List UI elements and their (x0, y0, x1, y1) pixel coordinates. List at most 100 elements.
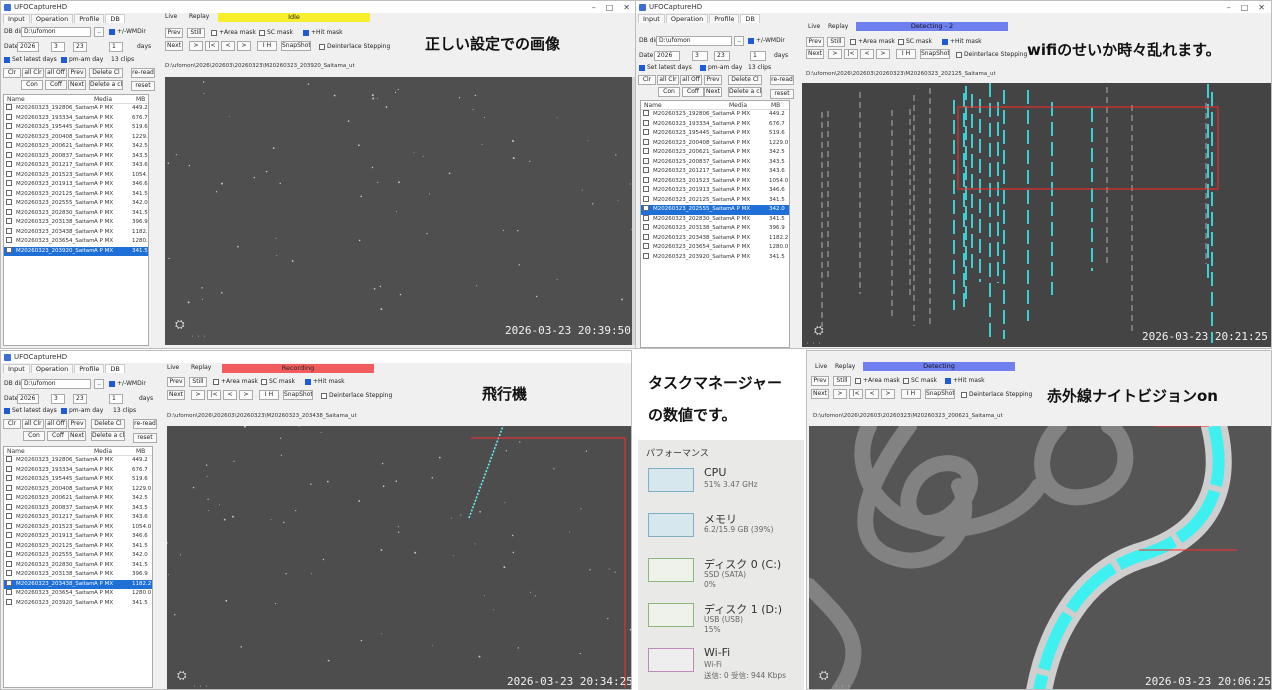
lh-button[interactable]: I H (259, 390, 279, 400)
days-field[interactable]: 1 (109, 42, 123, 52)
header-mb[interactable]: MB (136, 447, 145, 456)
check-icon[interactable] (961, 391, 967, 398)
db-dir-field[interactable]: D:\ufomon (21, 379, 91, 389)
prev-clip-button[interactable]: Prev (68, 68, 86, 78)
date-day[interactable]: 23 (714, 51, 730, 61)
header-media[interactable]: Media (94, 95, 112, 104)
date-year[interactable]: 2026 (17, 394, 39, 404)
hit-mask-checkbox[interactable]: +Hit mask (303, 29, 343, 37)
header-media[interactable]: Media (729, 101, 747, 110)
table-row[interactable]: M20260323_192806_Saitam A P MX 449.2 (641, 110, 789, 120)
clip-list[interactable]: Name Media MB M20260323_192806_Saitam A P… (640, 100, 790, 348)
sc-mask-checkbox[interactable]: SC mask (898, 38, 932, 46)
days-field[interactable]: 1 (109, 394, 123, 404)
table-row[interactable]: M20260323_200408_SaitamA P MX 1229.0 (4, 132, 148, 143)
tab-input[interactable]: Input (3, 364, 30, 373)
table-row[interactable]: M20260323_202555_Saitam A P MX 342.0 (4, 199, 148, 209)
snapshot-button[interactable]: SnapShot (920, 49, 950, 59)
all-clr-button[interactable]: all Clr (657, 75, 679, 85)
reread-button[interactable]: re-read (770, 75, 794, 85)
table-row[interactable]: M20260323_193334_Saitam A P MX 676.7 (4, 113, 148, 124)
check-icon[interactable] (700, 64, 706, 71)
sc-mask-checkbox[interactable]: SC mask (903, 377, 937, 385)
reread-button[interactable]: re-read (131, 68, 155, 78)
table-row[interactable]: M20260323_203920_Saitam A P MX 341.5 (4, 246, 148, 256)
con-button[interactable]: Con (658, 87, 680, 97)
check-icon[interactable] (305, 378, 311, 385)
delete-clip-button[interactable]: Delete a clip (728, 87, 762, 97)
table-row[interactable]: M20260323_203438_SaitamA P MX 1182.2 (641, 233, 789, 244)
delete-cl-button[interactable]: Delete Cl (89, 68, 123, 78)
prev-button[interactable]: Prev (806, 37, 824, 47)
perf-item[interactable]: CPU 51% 3.47 GHz (644, 464, 804, 508)
check-icon[interactable] (319, 43, 325, 50)
tab-replay[interactable]: Replay (189, 13, 209, 21)
check-icon[interactable] (850, 38, 856, 45)
con-button[interactable]: Con (23, 431, 45, 441)
check-icon[interactable] (261, 378, 267, 385)
check-icon[interactable] (945, 377, 951, 384)
clip-list[interactable]: Name Media MB M20260323_192806_Saitam A P… (3, 446, 153, 688)
next-button[interactable]: Next (806, 49, 824, 59)
next-clip-button[interactable]: Next (68, 431, 86, 441)
snapshot-button[interactable]: SnapShot (925, 389, 955, 399)
close-icon[interactable]: ✕ (1258, 3, 1265, 12)
table-row[interactable]: M20260323_203138_Saitam A P MX 396.9 (4, 570, 152, 580)
days-field[interactable]: 1 (750, 51, 766, 61)
rmdir-checkbox[interactable]: +/-WMDir (109, 380, 146, 388)
tab-operation[interactable]: Operation (30, 364, 74, 373)
set-latest-checkbox[interactable]: Set latest days (4, 407, 57, 415)
nav-fwd-button[interactable]: > (191, 390, 205, 400)
table-row[interactable]: M20260323_201523_SaitamA P MX 1054.0 (641, 176, 789, 187)
check-icon[interactable] (942, 38, 948, 45)
snapshot-button[interactable]: SnapShot (283, 390, 313, 400)
table-row[interactable]: M20260323_202555_Saitam A P MX 342.0 (641, 205, 789, 215)
table-row[interactable]: M20260323_203654_SaitamA P MX 1280.0 (4, 589, 152, 599)
area-mask-checkbox[interactable]: +Area mask (213, 378, 258, 386)
nav-next-button[interactable]: > (239, 390, 253, 400)
nav-next-button[interactable]: > (237, 41, 251, 51)
prev-button[interactable]: Prev (811, 376, 829, 386)
tab-operation[interactable]: Operation (665, 14, 709, 23)
tab-operation[interactable]: Operation (30, 14, 74, 23)
check-icon[interactable] (61, 407, 67, 414)
prev-clip-button[interactable]: Prev (68, 419, 86, 429)
table-row[interactable]: M20260323_200408_SaitamA P MX 1229.0 (641, 138, 789, 149)
table-row[interactable]: M20260323_200837_Saitam A P MX 343.5 (641, 157, 789, 168)
coff-button[interactable]: Coff (45, 80, 67, 90)
db-dir-field[interactable]: D:\ufomon (21, 27, 91, 37)
next-button[interactable]: Next (165, 41, 183, 51)
check-icon[interactable] (639, 64, 645, 71)
tab-input[interactable]: Input (3, 14, 30, 23)
browse-button[interactable]: .. (734, 36, 744, 46)
tab-profile[interactable]: Profile (74, 364, 105, 373)
nav-next-button[interactable]: > (876, 49, 890, 59)
table-row[interactable]: M20260323_203438_SaitamA P MX 1182.2 (4, 579, 152, 589)
nav-first-button[interactable]: |< (205, 41, 219, 51)
rmdir-check-icon[interactable] (109, 28, 115, 35)
tab-db[interactable]: DB (105, 364, 125, 373)
perf-item[interactable]: メモリ 6.2/15.9 GB (39%) (644, 509, 804, 553)
next-button[interactable]: Next (167, 390, 185, 400)
deinterlace-checkbox[interactable]: Deinterlace Stepping (321, 392, 392, 400)
table-row[interactable]: M20260323_201913_Saitam A P MX 346.6 (4, 180, 148, 190)
table-row[interactable]: M20260323_201913_Saitam A P MX 346.6 (4, 532, 152, 542)
nav-next-button[interactable]: > (881, 389, 895, 399)
next-clip-button[interactable]: Next (704, 87, 722, 97)
table-row[interactable]: M20260323_203920_Saitam A P MX 341.5 (641, 252, 789, 263)
tab-replay[interactable]: Replay (828, 23, 848, 31)
date-day[interactable]: 23 (73, 42, 87, 52)
date-month[interactable]: 3 (692, 51, 708, 61)
prev-button[interactable]: Prev (167, 377, 185, 387)
maximize-icon[interactable]: □ (606, 3, 614, 12)
coff-button[interactable]: Coff (682, 87, 704, 97)
all-clr-button[interactable]: all Clr (22, 68, 44, 78)
table-row[interactable]: M20260323_203654_SaitamA P MX 1280.0 (641, 243, 789, 253)
date-month[interactable]: 3 (51, 394, 65, 404)
nav-fwd-button[interactable]: > (189, 41, 203, 51)
rmdir-checkbox[interactable]: +/-WMDir (748, 37, 785, 45)
deinterlace-checkbox[interactable]: Deinterlace Stepping (956, 51, 1027, 59)
all-off-button[interactable]: all Off (45, 68, 67, 78)
table-row[interactable]: M20260323_203138_Saitam A P MX 396.9 (4, 218, 148, 228)
check-icon[interactable] (748, 37, 754, 44)
